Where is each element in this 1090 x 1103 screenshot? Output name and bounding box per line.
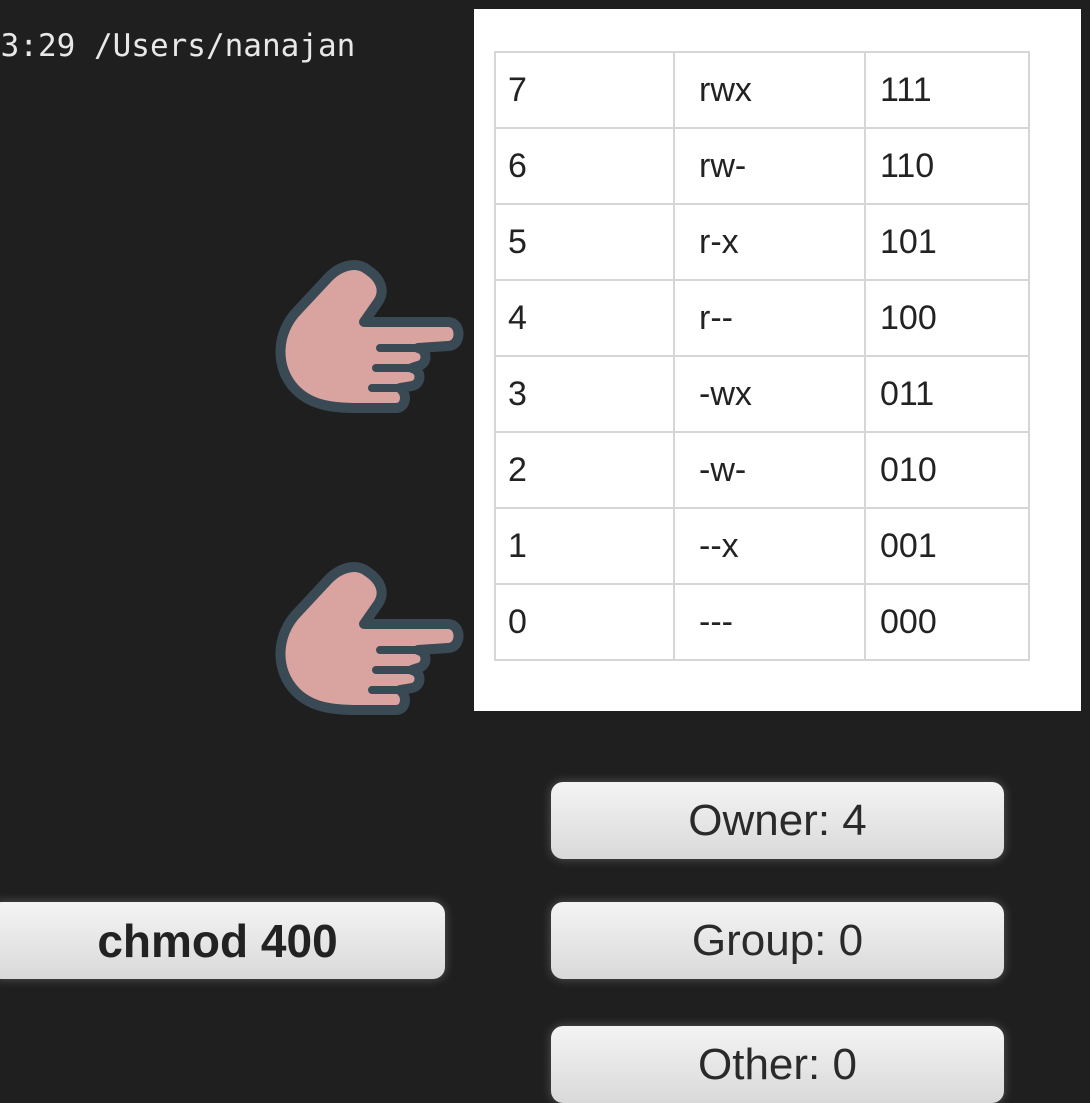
group-permission-label: Group: 0 (551, 902, 1004, 979)
binary-value-cell: 011 (864, 355, 1030, 433)
octal-value-cell: 5 (494, 203, 675, 281)
permission-string-cell: -w- (673, 431, 866, 509)
binary-value-cell: 000 (864, 583, 1030, 661)
chmod-command-label: chmod 400 (0, 902, 445, 979)
permission-string-cell: --x (673, 507, 866, 585)
permission-string-cell: r-x (673, 203, 866, 281)
table-row: 4 r-- 100 (494, 279, 1030, 357)
octal-value-cell: 0 (494, 583, 675, 661)
binary-value-cell: 110 (864, 127, 1030, 205)
table-row: 0 --- 000 (494, 583, 1030, 661)
binary-value-cell: 001 (864, 507, 1030, 585)
terminal-path-text: 13:29 /Users/nanajan (0, 28, 356, 64)
permission-table-card: 7 rwx 111 6 rw- 110 5 r-x 101 4 r-- 100 3 -wx 011 2 -w- 0… (474, 9, 1081, 711)
permission-string-cell: r-- (673, 279, 866, 357)
octal-value-cell: 7 (494, 51, 675, 129)
table-row: 3 -wx 011 (494, 355, 1030, 433)
table-row: 1 --x 001 (494, 507, 1030, 585)
table-row: 6 rw- 110 (494, 127, 1030, 205)
octal-value-cell: 1 (494, 507, 675, 585)
pointing-hand-icon (275, 260, 464, 413)
permission-string-cell: --- (673, 583, 866, 661)
table-row: 2 -w- 010 (494, 431, 1030, 509)
permission-string-cell: rwx (673, 51, 866, 129)
permission-string-cell: rw- (673, 127, 866, 205)
permission-string-cell: -wx (673, 355, 866, 433)
octal-value-cell: 3 (494, 355, 675, 433)
octal-value-cell: 2 (494, 431, 675, 509)
binary-value-cell: 100 (864, 279, 1030, 357)
permission-table: 7 rwx 111 6 rw- 110 5 r-x 101 4 r-- 100 3 -wx 011 2 -w- 0… (494, 51, 1030, 661)
table-row: 7 rwx 111 (494, 51, 1030, 129)
binary-value-cell: 111 (864, 51, 1030, 129)
octal-value-cell: 4 (494, 279, 675, 357)
pointing-hand-icon (275, 562, 464, 715)
binary-value-cell: 010 (864, 431, 1030, 509)
octal-value-cell: 6 (494, 127, 675, 205)
binary-value-cell: 101 (864, 203, 1030, 281)
other-permission-label: Other: 0 (551, 1026, 1004, 1103)
owner-permission-label: Owner: 4 (551, 782, 1004, 859)
table-row: 5 r-x 101 (494, 203, 1030, 281)
